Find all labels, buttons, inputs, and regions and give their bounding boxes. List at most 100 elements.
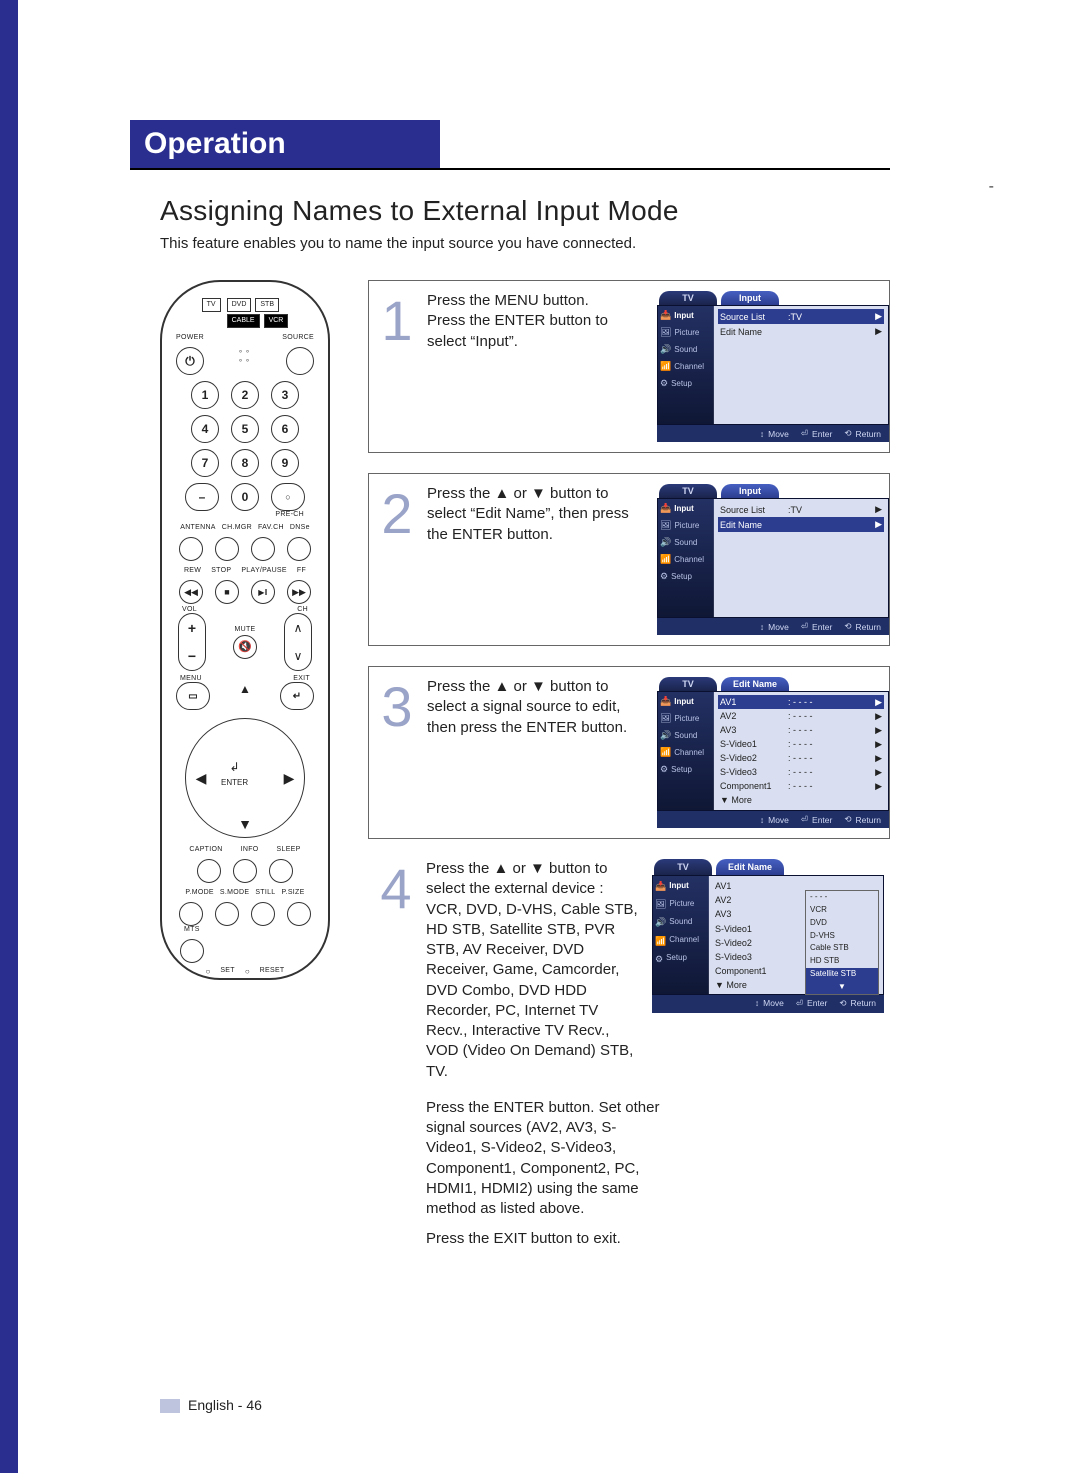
osd-row: S-Video2: - - - -▶: [720, 752, 882, 764]
osd-side-label: Channel: [669, 935, 699, 946]
pmode-button: [179, 902, 203, 926]
step-card: 4Press the ▲ or ▼ button to select the e…: [368, 859, 890, 1260]
osd-side-item: 📶Channel: [660, 747, 711, 758]
source-button: [286, 347, 314, 375]
osd-side-label: Setup: [666, 953, 687, 964]
dpad-down-icon: ▼: [233, 812, 257, 836]
channel-icon: 📶: [660, 554, 671, 565]
step-text: Press the MENU button.Press the ENTER bu…: [427, 291, 647, 442]
digit-7: 7: [191, 449, 219, 477]
osd-footer-label: Return: [855, 815, 881, 825]
osd-row-name: S-Video3: [715, 951, 783, 963]
osd-footer: ↕Move⏎Enter⟲Return: [652, 995, 884, 1012]
remote-mode-stb: STB: [255, 298, 279, 312]
osd-row-name: Component1: [715, 965, 783, 977]
step-paragraph: Press the ▲ or ▼ button to select the ex…: [426, 859, 642, 1082]
scroll-down-icon: ▼: [806, 981, 878, 994]
still-label: STILL: [255, 889, 275, 896]
osd-side-label: Sound: [674, 345, 697, 354]
stop-icon: ■: [215, 580, 239, 604]
osd-popup-item: Cable STB: [806, 942, 878, 955]
osd-side-label: Channel: [674, 555, 704, 564]
rew-label: REW: [184, 567, 201, 574]
digit-0: 0: [231, 483, 259, 511]
step-paragraph: Press the MENU button.Press the ENTER bu…: [427, 291, 641, 352]
osd-side-item: 📶Channel: [660, 361, 711, 372]
osd-row-name: Edit Name: [720, 327, 788, 337]
sound-icon: 🔊: [660, 537, 671, 548]
digit-2: 2: [231, 381, 259, 409]
osd-side-label: Input: [674, 697, 694, 706]
step-text: Press the ▲ or ▼ button to select the ex…: [426, 859, 890, 1260]
dnse-button: [287, 537, 311, 561]
osd-side-label: Setup: [671, 765, 692, 774]
osd-side-label: Sound: [674, 731, 697, 740]
corner-dash: -: [989, 178, 994, 196]
info-button: [233, 859, 257, 883]
dpad-left-icon: ◀: [189, 766, 213, 790]
dpad-up-icon: [233, 720, 257, 744]
page-footer: English - 46: [160, 1397, 262, 1413]
osd-side-item: ⚙Setup: [660, 378, 711, 389]
remote-mode-dvd: DVD: [227, 298, 252, 312]
page-edge-bar: [0, 0, 18, 1473]
dpad-right-icon: ▶: [277, 766, 301, 790]
enter-button: ↲ ENTER: [221, 760, 248, 788]
digit-9: 9: [271, 449, 299, 477]
mts-button: [180, 939, 204, 963]
mute-icon: 🔇: [233, 635, 257, 659]
digit-1: 1: [191, 381, 219, 409]
caption-button: [197, 859, 221, 883]
step-number: 1: [377, 291, 417, 442]
chevron-right-icon: ▶: [875, 697, 882, 708]
power-icon: ⏻: [176, 347, 204, 375]
vol-label: VOL: [182, 606, 197, 613]
sound-icon: 🔊: [660, 344, 671, 355]
chapter-title: Operation: [130, 120, 440, 168]
osd-side-label: Input: [669, 881, 689, 892]
osd-side-label: Input: [674, 311, 694, 320]
ff-icon: ▶▶: [287, 580, 311, 604]
osd-side-item: 📶Channel: [660, 554, 711, 565]
osd-side-item: ⚙Setup: [655, 953, 706, 965]
osd-footer-label: Move: [768, 815, 789, 825]
section-intro: This feature enables you to name the inp…: [160, 235, 636, 252]
osd-row: S-Video1: - - - -▶: [720, 738, 882, 750]
osd-footer: ↕Move⏎Enter⟲Return: [657, 425, 889, 442]
chevron-right-icon: ▶: [875, 739, 882, 750]
exit-label: EXIT: [293, 675, 310, 682]
osd-row-value: :TV: [788, 312, 875, 322]
setup-icon: ⚙: [655, 953, 663, 965]
osd-side-item: 📶Channel: [655, 935, 706, 947]
osd-footer-label: Enter: [807, 998, 827, 1009]
osd-row-value: : - - - -: [788, 767, 875, 777]
osd-row-name: Edit Name: [720, 520, 788, 530]
osd-side-label: Picture: [674, 521, 699, 530]
osd-side-label: Setup: [671, 572, 692, 581]
step-number: 4: [376, 859, 416, 1260]
enter-label: ENTER: [221, 778, 248, 787]
setup-icon: ⚙: [660, 571, 668, 582]
move-icon: ↕: [760, 622, 764, 632]
setup-icon: ⚙: [660, 764, 668, 775]
menu-label: MENU: [180, 675, 202, 682]
osd-side-item: 🖼Picture: [660, 713, 711, 724]
input-icon: 📥: [660, 310, 671, 321]
osd-row-name: Component1: [720, 781, 788, 791]
osd-row-name: S-Video2: [720, 753, 788, 763]
remote-power-label: POWER: [176, 334, 204, 341]
osd-row: AV2: - - - -▶: [720, 710, 882, 722]
sleep-label: SLEEP: [277, 846, 301, 853]
remote-source-label: SOURCE: [282, 334, 314, 341]
up-arrow-icon: ▲: [239, 682, 251, 710]
osd-side-item: 🔊Sound: [660, 344, 711, 355]
mute-label: MUTE: [234, 626, 255, 633]
return-icon: ⟲: [844, 621, 851, 632]
osd-row: ▼ More: [720, 794, 882, 806]
osd-screenshot: TVInput📥Input🖼Picture🔊Sound📶Channel⚙Setu…: [657, 291, 889, 442]
osd-tab-left: TV: [659, 484, 717, 498]
osd-row-name: AV1: [715, 880, 783, 892]
osd-side-label: Picture: [674, 714, 699, 723]
osd-tab-right: Input: [721, 484, 779, 498]
play-label: PLAY/PAUSE: [241, 567, 287, 574]
